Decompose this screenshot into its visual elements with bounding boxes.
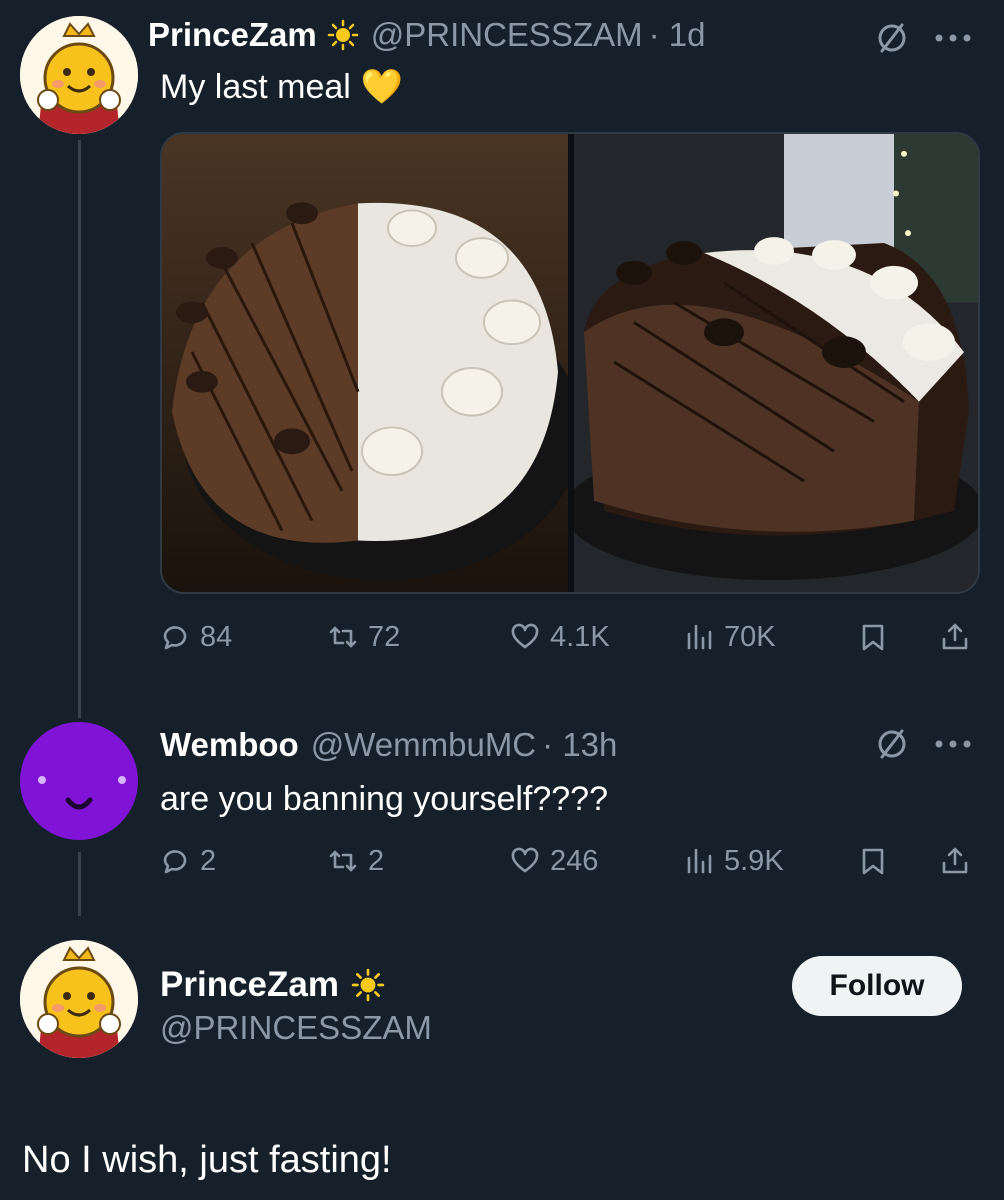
reply-count: 2 bbox=[200, 844, 217, 877]
avatar[interactable] bbox=[20, 722, 138, 840]
sun-badge-icon bbox=[351, 968, 385, 1002]
tweet-actions: 2 2 246 5.9K bbox=[160, 836, 980, 886]
follow-button[interactable]: Follow bbox=[792, 956, 962, 1016]
like-button[interactable]: 246 bbox=[510, 836, 598, 886]
cake-photo-2[interactable] bbox=[574, 134, 978, 592]
retweet-icon bbox=[329, 626, 357, 648]
timestamp[interactable]: · 13h bbox=[542, 726, 617, 764]
retweet-count: 2 bbox=[368, 844, 385, 877]
cake-photo-1[interactable] bbox=[162, 134, 568, 592]
display-name[interactable]: PrinceZam bbox=[148, 16, 317, 54]
tweet-header: PrinceZam @PRINCESSZAM · 1d bbox=[148, 14, 706, 56]
views-button[interactable]: 5.9K bbox=[684, 836, 784, 886]
sun-badge-icon bbox=[327, 19, 359, 51]
share-icon bbox=[942, 847, 968, 874]
bookmark-button[interactable] bbox=[858, 836, 888, 886]
tweet-text-content: My last meal bbox=[160, 67, 351, 106]
like-button[interactable]: 4.1K bbox=[510, 612, 610, 662]
main-tweet-text: No I wish, just fasting! bbox=[22, 1134, 392, 1186]
retweet-icon bbox=[329, 850, 357, 872]
retweet-button[interactable]: 2 bbox=[328, 836, 384, 886]
heart-icon bbox=[511, 623, 539, 649]
purple-avatar-icon bbox=[38, 776, 126, 810]
prince-avatar-icon bbox=[20, 940, 138, 1058]
display-name[interactable]: PrinceZam bbox=[160, 965, 339, 1005]
slashed-circle-icon[interactable] bbox=[872, 18, 912, 58]
tweet-text: My last meal 💛 bbox=[160, 64, 403, 110]
yellow-heart-emoji: 💛 bbox=[360, 68, 404, 106]
slashed-circle-icon[interactable] bbox=[872, 724, 912, 764]
avatar[interactable] bbox=[20, 16, 138, 134]
retweet-count: 72 bbox=[368, 620, 401, 653]
thread-line-1 bbox=[78, 140, 81, 718]
share-button[interactable] bbox=[940, 836, 970, 886]
tweet-text-content: No I wish, just fasting! bbox=[22, 1138, 392, 1181]
reply-button[interactable]: 84 bbox=[160, 612, 232, 662]
bookmark-icon bbox=[862, 624, 884, 651]
user-handle[interactable]: @PRINCESSZAM bbox=[160, 1009, 432, 1047]
timestamp[interactable]: · 1d bbox=[649, 16, 706, 54]
more-dots-icon[interactable] bbox=[928, 724, 978, 764]
prince-avatar-icon bbox=[20, 16, 138, 134]
thread-line-2 bbox=[78, 852, 81, 916]
share-icon bbox=[942, 623, 968, 650]
reply-count: 84 bbox=[200, 620, 233, 653]
view-count: 70K bbox=[724, 620, 776, 653]
reply-bubble-icon bbox=[163, 626, 187, 650]
views-bars-icon bbox=[687, 848, 712, 874]
heart-icon bbox=[511, 847, 539, 873]
main-tweet-name-row: PrinceZam bbox=[160, 962, 385, 1008]
bookmark-button[interactable] bbox=[858, 612, 888, 662]
user-handle[interactable]: @WemmbuMC bbox=[311, 726, 536, 764]
user-handle[interactable]: @PRINCESSZAM bbox=[371, 16, 643, 54]
tweet-text-content: are you banning yourself???? bbox=[160, 779, 608, 818]
main-tweet-handle-row: @PRINCESSZAM bbox=[160, 1006, 432, 1050]
views-button[interactable]: 70K bbox=[684, 612, 776, 662]
view-count: 5.9K bbox=[724, 844, 784, 877]
tweet-header: Wemboo @WemmbuMC · 13h bbox=[160, 724, 617, 766]
display-name[interactable]: Wemboo bbox=[160, 726, 299, 764]
reply-bubble-icon bbox=[163, 850, 187, 874]
more-dots-icon[interactable] bbox=[928, 18, 978, 58]
like-count: 246 bbox=[550, 844, 599, 877]
views-bars-icon bbox=[687, 624, 712, 650]
share-button[interactable] bbox=[940, 612, 970, 662]
tweet-text: are you banning yourself???? bbox=[160, 776, 608, 822]
tweet-actions: 84 72 4.1K 70K bbox=[160, 612, 980, 662]
retweet-button[interactable]: 72 bbox=[328, 612, 400, 662]
reply-button[interactable]: 2 bbox=[160, 836, 216, 886]
like-count: 4.1K bbox=[550, 620, 610, 653]
tweet-media[interactable] bbox=[160, 132, 980, 594]
bookmark-icon bbox=[862, 848, 884, 875]
avatar[interactable] bbox=[20, 940, 138, 1058]
